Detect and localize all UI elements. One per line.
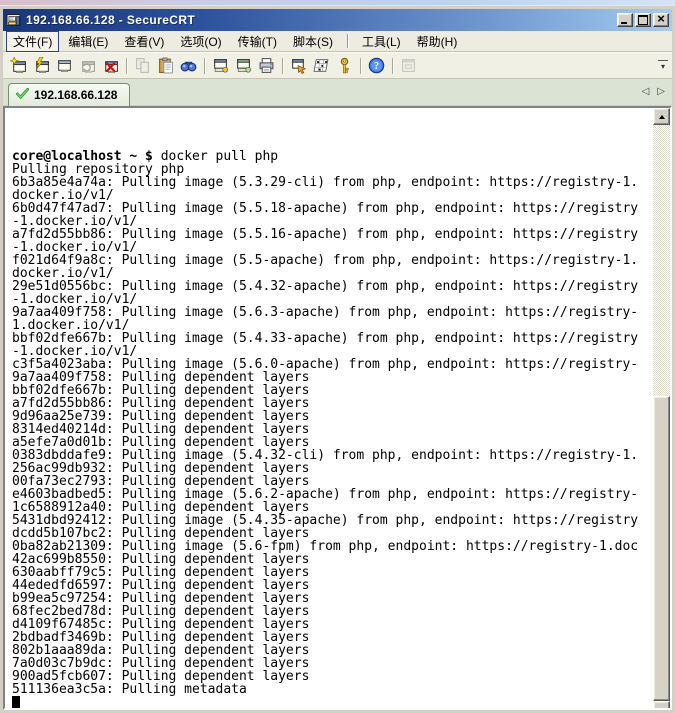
find-icon[interactable] xyxy=(177,55,200,77)
copy-icon xyxy=(131,55,154,77)
paste-icon[interactable] xyxy=(154,55,177,77)
menu-separator xyxy=(347,34,348,48)
clone-session-icon[interactable] xyxy=(232,55,255,77)
session-options-icon[interactable] xyxy=(209,55,232,77)
tab-scroll-left-icon[interactable]: ◁ xyxy=(642,86,650,97)
window-title: 192.168.66.128 - SecureCRT xyxy=(26,13,613,27)
securecrt-app-icon xyxy=(6,12,22,28)
session-tab[interactable]: 192.168.66.128 xyxy=(8,83,130,106)
toolbar-separator xyxy=(204,58,205,74)
toolbar-separator xyxy=(126,58,127,74)
scrollbar-thumb[interactable] xyxy=(653,396,670,701)
toolbar: ?▾ xyxy=(3,52,672,79)
menu-item[interactable]: 选项(O) xyxy=(173,31,228,52)
terminal-output[interactable]: core@localhost ~ $ docker pull phpPullin… xyxy=(5,108,653,708)
tab-bar: 192.168.66.128 ◁ ▷ xyxy=(3,79,672,106)
securecrt-window: { "window": { "title": "192.168.66.128 -… xyxy=(0,0,675,713)
disconnect-icon[interactable] xyxy=(99,55,122,77)
svg-text:?: ? xyxy=(374,61,379,72)
new-session-icon[interactable] xyxy=(7,55,30,77)
title-bar[interactable]: 192.168.66.128 - SecureCRT xyxy=(3,9,672,31)
reconnect-icon xyxy=(76,55,99,77)
connect-in-tab-icon[interactable] xyxy=(53,55,76,77)
window-controls xyxy=(617,13,669,27)
menu-item[interactable]: 帮助(H) xyxy=(410,31,465,52)
menu-item[interactable]: 工具(L) xyxy=(355,31,408,52)
key-agent-icon[interactable] xyxy=(333,55,356,77)
app-window-icon xyxy=(397,55,420,77)
tab-scroll-buttons: ◁ ▷ xyxy=(642,86,665,97)
menu-item[interactable]: 脚本(S) xyxy=(286,31,340,52)
terminal-line: 511136ea3c5a: Pulling metadata xyxy=(12,683,653,696)
app-window-frame: 192.168.66.128 - SecureCRT 文件(F)编辑(E)查看(… xyxy=(0,5,675,713)
connected-check-icon xyxy=(16,87,29,103)
keymap-editor-icon[interactable] xyxy=(310,55,333,77)
menu-item[interactable]: 查看(V) xyxy=(117,31,171,52)
terminal-cursor xyxy=(12,696,20,708)
scroll-down-icon[interactable] xyxy=(653,701,670,710)
scroll-up-icon[interactable] xyxy=(653,108,670,125)
help-icon[interactable]: ? xyxy=(365,55,388,77)
global-options-icon[interactable] xyxy=(287,55,310,77)
maximize-button[interactable] xyxy=(635,13,651,27)
toolbar-separator xyxy=(360,58,361,74)
terminal-pane[interactable]: core@localhost ~ $ docker pull phpPullin… xyxy=(3,106,672,710)
minimize-button[interactable] xyxy=(617,13,633,27)
tab-scroll-right-icon[interactable]: ▷ xyxy=(657,86,665,97)
print-icon[interactable] xyxy=(255,55,278,77)
menu-item[interactable]: 编辑(E) xyxy=(61,31,115,52)
tab-strip: 192.168.66.128 xyxy=(8,87,130,104)
terminal-line xyxy=(12,696,653,708)
menu-item[interactable]: 文件(F) xyxy=(6,31,59,52)
close-button[interactable] xyxy=(653,13,669,27)
tab-label: 192.168.66.128 xyxy=(34,88,117,102)
toolbar-overflow-chevron-icon[interactable]: ▾ xyxy=(658,60,668,72)
toolbar-separator xyxy=(282,58,283,74)
quick-connect-icon[interactable] xyxy=(30,55,53,77)
menu-item[interactable]: 传输(T) xyxy=(231,31,284,52)
menu-bar: 文件(F)编辑(E)查看(V)选项(O)传输(T)脚本(S) 工具(L)帮助(H) xyxy=(3,31,672,52)
toolbar-separator xyxy=(392,58,393,74)
vertical-scrollbar[interactable] xyxy=(653,108,670,708)
